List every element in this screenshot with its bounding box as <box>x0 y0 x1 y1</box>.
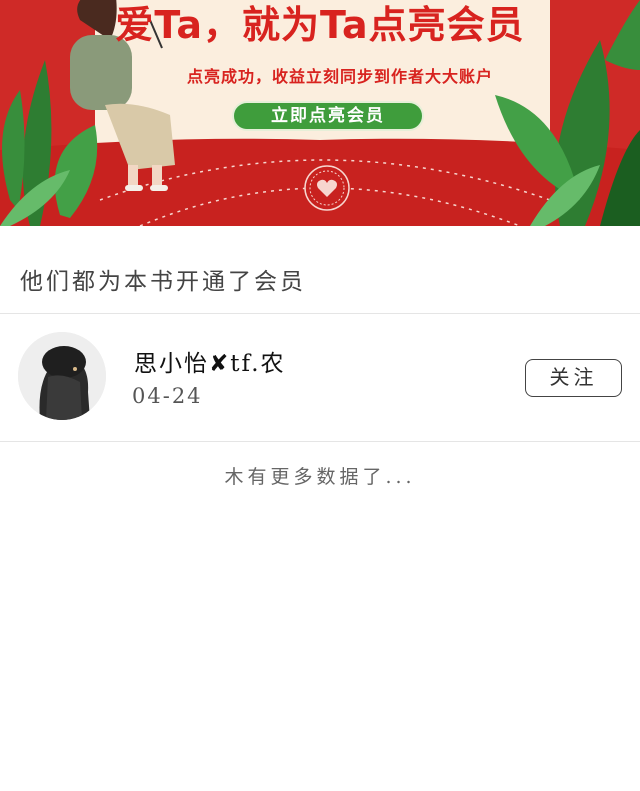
members-section-header: 他们都为本书开通了会员 <box>0 226 640 314</box>
avatar[interactable] <box>18 332 106 420</box>
member-date: 04-24 <box>132 384 203 408</box>
section-title: 他们都为本书开通了会员 <box>20 269 306 295</box>
list-item[interactable]: 思小怡✘tf.农 04-24 关注 <box>0 314 640 442</box>
activate-membership-button[interactable]: 立即点亮会员 <box>232 101 424 131</box>
membership-banner[interactable]: 爱Ta，就为Ta点亮会员 点亮成功，收益立刻同步到作者大大账户 立即点亮会员 <box>0 0 640 226</box>
no-more-data-text: 木有更多数据了... <box>224 466 416 488</box>
banner-subtitle: 点亮成功，收益立刻同步到作者大大账户 <box>186 67 493 86</box>
banner-title: 爱Ta，就为Ta点亮会员 <box>115 3 525 47</box>
member-name: 思小怡✘tf.农 <box>134 351 286 377</box>
follow-button[interactable]: 关注 <box>525 359 622 397</box>
girl-avatar-icon <box>18 332 106 420</box>
heart-icon <box>304 165 350 211</box>
